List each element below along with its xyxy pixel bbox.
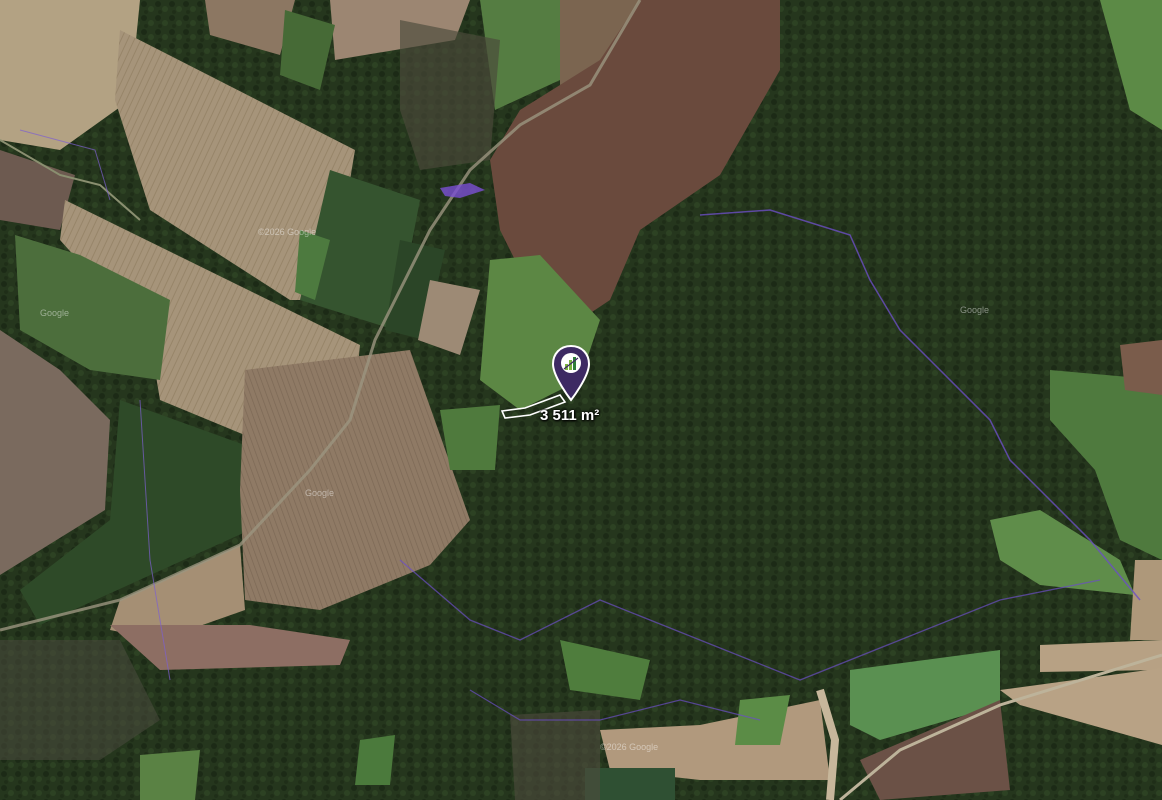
meadow-small-bottom [355,735,395,785]
satellite-map[interactable]: Google Google Google ©2026 Google ©2026 … [0,0,1162,800]
map-watermark: ©2026 Google [258,227,317,237]
watermark-label: Google [960,305,990,315]
meadow-small-left [440,405,500,470]
field-tan-right [1130,560,1162,640]
meadow-bottom-left [140,750,200,800]
village-bottom [510,710,600,800]
watermark-label: ©2026 Google [600,742,659,752]
field-tan-bottom-right [1040,640,1162,672]
village-top [400,20,500,170]
parcel-area-label[interactable]: 3 511 m² [540,407,599,424]
parcel-pin-icon[interactable] [550,344,592,404]
watermark-label: Google [40,308,70,318]
watermark-label: Google [305,488,335,498]
field-brown-right [1120,340,1162,395]
